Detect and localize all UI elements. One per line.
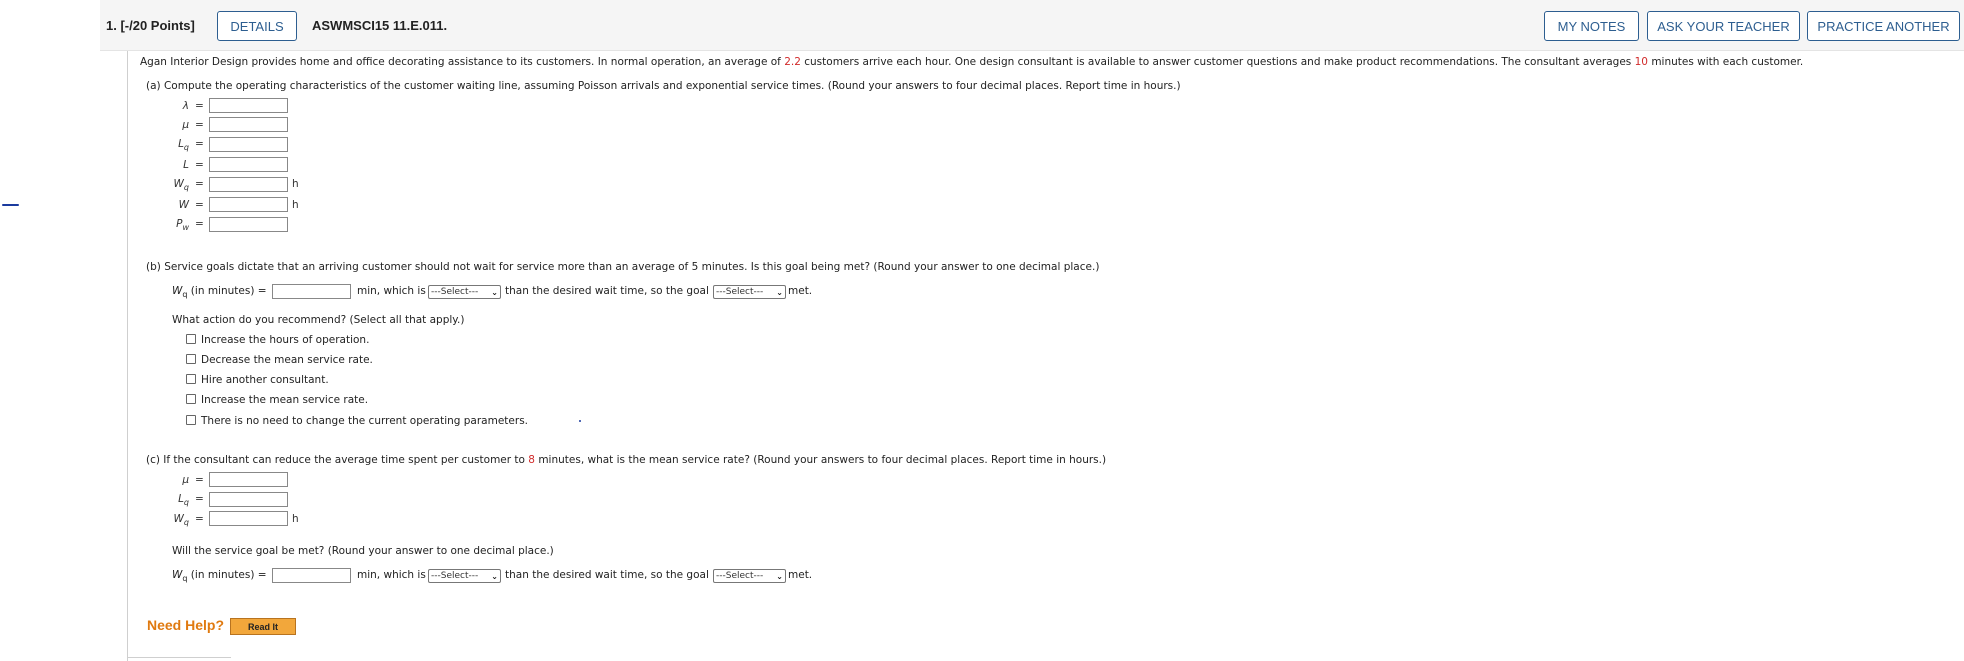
wq-label: Wq [173,178,189,193]
mu-label: μ [182,474,189,486]
l-label: L [183,159,189,171]
part-a-prompt: (a) Compute the operating characteristic… [146,80,1181,92]
option-checkbox[interactable] [186,394,196,404]
arrival-rate-value: 2.2 [784,56,801,68]
chevron-down-icon: ⌄ [491,571,498,581]
question-number: 1. [-/20 Points] [106,18,195,33]
option-label: Decrease the mean service rate. [201,354,373,366]
option-label: There is no need to change the current o… [201,415,529,427]
question-body: Agan Interior Design provides home and o… [127,51,1964,661]
comparison-select-c[interactable]: ---Select--- ⌄ [428,569,501,583]
part-c-prompt: (c) If the consultant can reduce the ave… [146,454,1107,466]
chevron-down-icon: ⌄ [776,287,783,297]
equals-sign: = [195,493,204,505]
divider [128,657,231,658]
practice-another-button[interactable]: PRACTICE ANOTHER [1807,11,1960,41]
wq-minutes-input-c[interactable] [272,568,351,583]
reduced-time-value: 8 [528,454,535,466]
read-it-button[interactable]: Read It [230,618,296,635]
equals-sign: = [195,100,204,112]
goal-select[interactable]: ---Select--- ⌄ [713,285,786,299]
lq-label: Lq [178,493,189,508]
chevron-down-icon: ⌄ [776,571,783,581]
option-label: Increase the hours of operation. [201,334,370,346]
equals-sign: = [195,178,204,190]
comparison-select[interactable]: ---Select--- ⌄ [428,285,501,299]
action-question: What action do you recommend? (Select al… [172,314,465,326]
lq-input[interactable] [209,137,288,152]
hours-unit: h [292,513,299,525]
option-label: Hire another consultant. [201,374,329,386]
option-checkbox[interactable] [186,415,196,425]
question-header: 1. [-/20 Points] DETAILS ASWMSCI15 11.E.… [100,0,1964,51]
option-checkbox[interactable] [186,374,196,384]
pen-mark [2,204,19,206]
met-text: met. [788,285,813,297]
part-b-prompt: (b) Service goals dictate that an arrivi… [146,261,1100,273]
hours-unit: h [292,199,299,211]
min-which-is-text: min, which is [357,569,426,581]
equals-sign: = [195,218,204,230]
wq-minutes-input[interactable] [272,284,351,299]
mu-input-c[interactable] [209,472,288,487]
stray-dot [579,420,581,422]
goal-select-c[interactable]: ---Select--- ⌄ [713,569,786,583]
desired-wait-text: than the desired wait time, so the goal [505,569,709,581]
equals-sign: = [195,199,204,211]
intro-part-2: customers arrive each hour. One design c… [800,56,1635,68]
w-label: W [178,199,189,211]
equals-sign: = [195,138,204,150]
intro-part-3: minutes with each customer. [1647,56,1804,68]
l-input[interactable] [209,157,288,172]
wq-minutes-label-c: Wq (in minutes) = [172,569,267,584]
hours-unit: h [292,178,299,190]
details-button[interactable]: DETAILS [217,11,297,41]
equals-sign: = [195,119,204,131]
lambda-input[interactable] [209,98,288,113]
pw-input[interactable] [209,217,288,232]
need-help-label: Need Help? [147,617,225,633]
wq-minutes-label: Wq (in minutes) = [172,285,267,300]
wq-label: Wq [173,513,189,528]
lambda-label: λ [182,100,189,112]
goal-question: Will the service goal be met? (Round you… [172,545,554,557]
wq-input-c[interactable] [209,511,288,526]
wq-input[interactable] [209,177,288,192]
option-checkbox[interactable] [186,334,196,344]
chevron-down-icon: ⌄ [491,287,498,297]
met-text: met. [788,569,813,581]
lq-label: Lq [178,138,189,153]
my-notes-button[interactable]: MY NOTES [1544,11,1639,41]
desired-wait-text: than the desired wait time, so the goal [505,285,709,297]
mu-input[interactable] [209,117,288,132]
assignment-id: ASWMSCI15 11.E.011. [312,18,448,33]
equals-sign: = [195,474,204,486]
min-which-is-text: min, which is [357,285,426,297]
equals-sign: = [195,159,204,171]
ask-teacher-button[interactable]: ASK YOUR TEACHER [1647,11,1800,41]
option-checkbox[interactable] [186,354,196,364]
intro-part-1: Agan Interior Design provides home and o… [140,56,785,68]
service-time-value: 10 [1634,56,1648,68]
option-label: Increase the mean service rate. [201,394,369,406]
pw-label: Pw [176,218,189,233]
intro-text: Agan Interior Design provides home and o… [140,56,1803,68]
mu-label: μ [182,119,189,131]
w-input[interactable] [209,197,288,212]
lq-input-c[interactable] [209,492,288,507]
equals-sign: = [195,513,204,525]
